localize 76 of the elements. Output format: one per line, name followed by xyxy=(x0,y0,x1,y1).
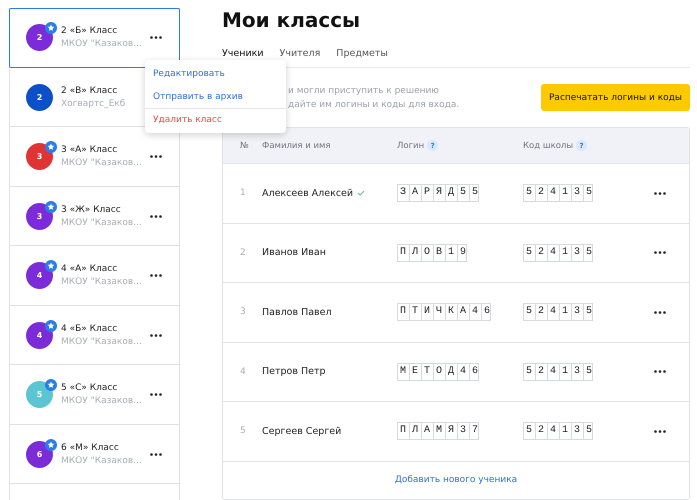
page-title: Мои классы xyxy=(222,8,362,34)
class-card[interactable]: 6 6 «М» Класс МКОУ "Казаков... xyxy=(9,424,180,484)
school-code: 5 2 4 1 3 5 xyxy=(523,244,594,262)
school-name: МКОУ "Казаков... xyxy=(61,277,141,288)
class-name: 3 «Ж» Класс xyxy=(61,204,122,215)
more-button[interactable] xyxy=(653,368,667,376)
column-header: Логин xyxy=(397,140,424,150)
class-card[interactable]: 3 3 «Ж» Класс МКОУ "Казаков... xyxy=(9,186,180,246)
class-name: 6 «М» Класс xyxy=(61,442,120,453)
more-button[interactable] xyxy=(149,212,163,220)
login-code: М Е Т О Д 4 6 xyxy=(397,362,480,381)
hint-text: дайте им логины и коды для входа. xyxy=(288,100,460,110)
more-button[interactable] xyxy=(653,248,667,257)
more-icon xyxy=(654,192,666,195)
class-name: 3 «А» Класс xyxy=(61,145,118,156)
row-number: 2 xyxy=(240,248,247,258)
login-code: П Т И Ч К А 4 6 xyxy=(397,303,492,322)
column-header: Код школы xyxy=(523,140,574,150)
school-name: МКОУ "Казаков... xyxy=(61,39,141,50)
class-card[interactable]: 4 4 «Б» Класс МКОУ "Казаков... xyxy=(9,306,180,365)
more-icon xyxy=(654,430,666,433)
class-card[interactable]: 5 5 «С» Класс МКОУ "Казаков... xyxy=(9,365,180,424)
more-button[interactable] xyxy=(653,189,667,198)
more-button[interactable] xyxy=(149,450,163,458)
student-name: Сергеев Сергей xyxy=(262,426,342,437)
more-icon xyxy=(150,155,162,158)
login-code: П Л О В 1 9 xyxy=(397,244,468,262)
column-header: Фамилия и имя xyxy=(262,140,331,150)
school-name: МКОУ "Казаков... xyxy=(61,218,141,228)
hint-text: и могли приступить к решению xyxy=(288,86,440,96)
school-code: 5 2 4 1 3 5 xyxy=(523,362,594,381)
login-code: П Л А М Я 3 7 xyxy=(397,422,480,440)
school-name: МКОУ "Казаков... xyxy=(61,456,141,466)
school-name: Хогвартс_Екб xyxy=(61,98,126,109)
more-icon xyxy=(150,452,162,456)
more-icon xyxy=(150,36,162,40)
more-button[interactable] xyxy=(653,427,667,436)
more-button[interactable] xyxy=(149,272,163,280)
login-code: З А Р Я Д 5 5 xyxy=(397,184,480,202)
student-name: Павлов Павел xyxy=(262,306,332,318)
row-number: 3 xyxy=(240,307,247,318)
more-button[interactable] xyxy=(149,390,163,399)
more-icon xyxy=(150,334,162,337)
more-button[interactable] xyxy=(149,331,163,340)
more-icon xyxy=(150,393,162,396)
student-name: Алексеев Алексей xyxy=(262,188,354,199)
print-button[interactable]: Распечатать логины и коды xyxy=(541,84,690,111)
row-number: 4 xyxy=(240,366,247,377)
column-header: № xyxy=(240,140,249,150)
more-icon xyxy=(654,370,666,374)
row-number: 5 xyxy=(240,426,247,436)
student-name: Иванов Иван xyxy=(262,247,326,258)
more-icon xyxy=(150,214,162,218)
class-name: 2 «В» Класс xyxy=(61,86,118,96)
tab[interactable]: Предметы xyxy=(336,46,388,68)
class-name: 2 «Б» Класс xyxy=(61,26,118,36)
class-name: 5 «С» Класс xyxy=(61,383,118,394)
school-name: МКОУ "Казаков... xyxy=(61,336,141,347)
more-icon xyxy=(150,274,162,278)
more-button[interactable] xyxy=(149,34,163,42)
school-name: МКОУ "Казаков... xyxy=(61,396,141,406)
school-code: 5 2 4 1 3 5 xyxy=(523,422,594,440)
school-name: МКОУ "Казаков... xyxy=(61,158,141,168)
school-code: 5 2 4 1 3 5 xyxy=(523,303,594,322)
more-button[interactable] xyxy=(653,308,667,316)
more-icon xyxy=(654,310,666,314)
more-button[interactable] xyxy=(149,152,163,161)
row-number: 1 xyxy=(240,188,247,198)
class-card[interactable]: 4 4 «А» Класс МКОУ "Казаков... xyxy=(9,246,180,306)
class-avatar: 2 xyxy=(26,84,53,111)
more-icon xyxy=(654,251,666,254)
add-student-link[interactable]: Добавить нового ученика xyxy=(394,475,518,485)
school-code: 5 2 4 1 3 5 xyxy=(523,184,594,202)
class-name: 4 «Б» Класс xyxy=(61,324,118,334)
student-name: Петров Петр xyxy=(262,366,326,378)
class-name: 4 «А» Класс xyxy=(61,264,118,274)
